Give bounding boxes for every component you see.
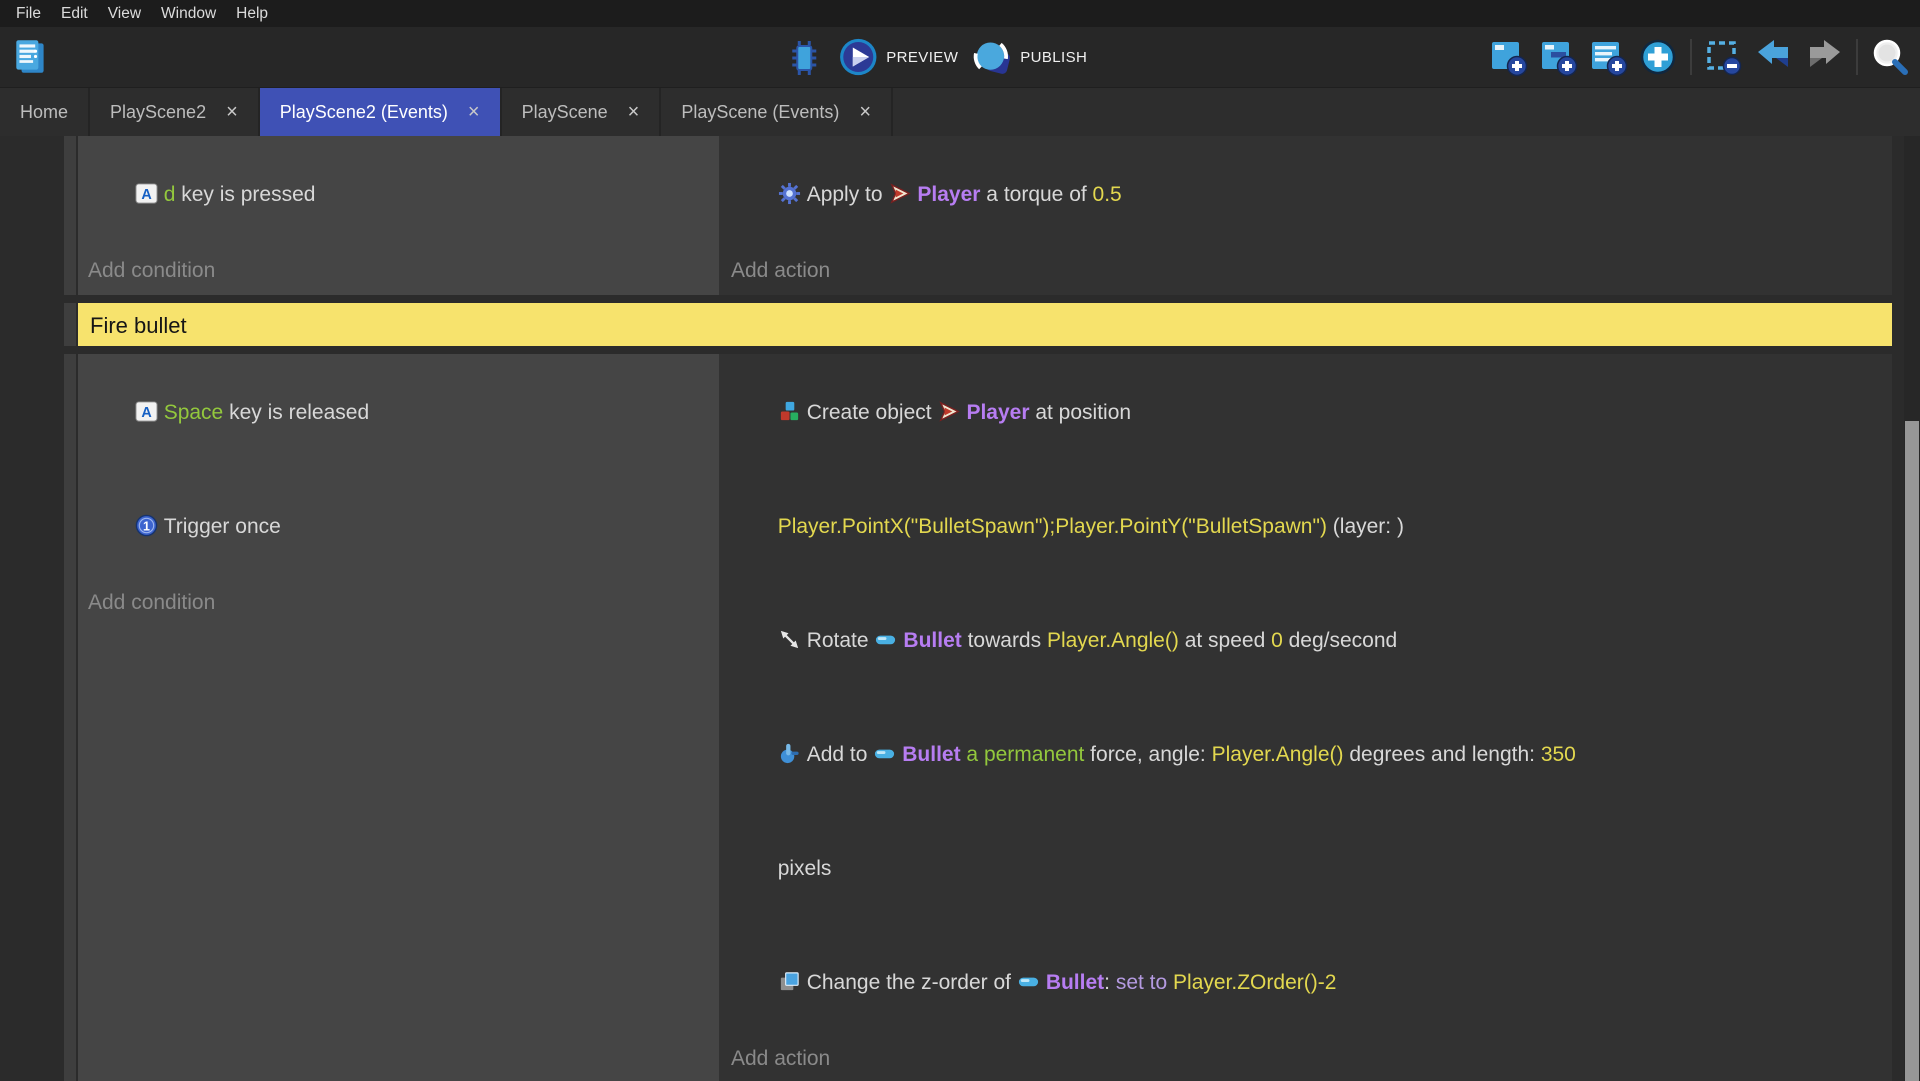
condition-item[interactable]: ASpace key is released — [88, 356, 709, 470]
undo-icon[interactable] — [1754, 37, 1794, 77]
add-action-button[interactable]: Add action — [731, 252, 1880, 290]
menu-window[interactable]: Window — [151, 5, 226, 23]
event-row: ASpace key is released 1Trigger once Add… — [78, 354, 1892, 1081]
event-row: Ad key is pressed Add condition Apply to… — [78, 136, 1892, 295]
add-comment-icon[interactable] — [1588, 37, 1628, 77]
main-toolbar: PREVIEW PUBLISH — [0, 27, 1920, 88]
force-hand-icon — [778, 742, 801, 765]
action-item-continuation[interactable]: pixels — [731, 812, 1880, 926]
action-item-continuation[interactable]: Player.PointX("BulletSpawn");Player.Poin… — [731, 470, 1880, 584]
events-sheet: Ad key is pressed Add condition Apply to… — [0, 136, 1920, 1081]
player-object-icon — [937, 400, 960, 423]
bullet-object-icon — [873, 742, 896, 765]
menu-view[interactable]: View — [98, 5, 151, 23]
choose-event-icon[interactable] — [1638, 37, 1678, 77]
tab-playscene[interactable]: PlayScene × — [502, 88, 662, 136]
menu-bar: File Edit View Window Help — [0, 0, 1920, 27]
add-condition-button[interactable]: Add condition — [88, 252, 709, 290]
close-icon[interactable]: × — [226, 102, 238, 122]
search-icon[interactable] — [1870, 37, 1910, 77]
close-icon[interactable]: × — [468, 102, 480, 122]
bullet-object-icon — [874, 628, 897, 651]
preview-button[interactable]: PREVIEW — [838, 37, 958, 77]
physics-icon — [778, 182, 801, 205]
add-condition-button[interactable]: Add condition — [88, 584, 709, 622]
delete-selection-icon[interactable] — [1704, 37, 1744, 77]
publish-globe-icon — [972, 37, 1012, 77]
menu-file[interactable]: File — [6, 5, 51, 23]
editor-tab-bar: Home PlayScene2 × PlayScene2 (Events) × … — [0, 88, 1920, 136]
menu-help[interactable]: Help — [226, 5, 278, 23]
close-icon[interactable]: × — [859, 102, 871, 122]
add-action-button[interactable]: Add action — [731, 1040, 1880, 1078]
tab-playscene2[interactable]: PlayScene2 × — [90, 88, 260, 136]
svg-text:1: 1 — [143, 519, 150, 533]
create-object-icon — [778, 400, 801, 423]
tab-label: Home — [20, 102, 68, 123]
action-item[interactable]: Change the z-order of Bullet: set to Pla… — [731, 926, 1880, 1040]
actions-cell: Create object Player at position Player.… — [719, 354, 1892, 1081]
actions-cell: Apply to Player a torque of 0.5 Add acti… — [719, 136, 1892, 295]
svg-text:A: A — [141, 405, 151, 421]
action-item[interactable]: Rotate Bullet towards Player.Angle() at … — [731, 584, 1880, 698]
z-order-icon — [778, 970, 801, 993]
debug-icon[interactable] — [784, 37, 824, 77]
conditions-cell: ASpace key is released 1Trigger once Add… — [78, 354, 719, 1081]
scrollbar-track[interactable] — [1904, 136, 1920, 1081]
scrollbar-thumb[interactable] — [1905, 421, 1919, 1081]
condition-item[interactable]: Ad key is pressed — [88, 138, 709, 252]
tab-label: PlayScene (Events) — [681, 102, 839, 123]
action-item[interactable]: Apply to Player a torque of 0.5 — [731, 138, 1880, 252]
player-object-icon — [888, 182, 911, 205]
comment-row[interactable]: Fire bullet — [78, 303, 1892, 346]
gdevelop-events-logo-icon[interactable] — [10, 36, 52, 78]
keyboard-key-icon: A — [135, 182, 158, 205]
bullet-object-icon — [1017, 970, 1040, 993]
close-icon[interactable]: × — [628, 102, 640, 122]
tab-label: PlayScene2 (Events) — [280, 102, 448, 123]
condition-item[interactable]: 1Trigger once — [88, 470, 709, 584]
menu-edit[interactable]: Edit — [51, 5, 98, 23]
add-subevent-icon[interactable] — [1538, 37, 1578, 77]
publish-label: PUBLISH — [1020, 49, 1087, 66]
redo-icon[interactable] — [1804, 37, 1844, 77]
publish-button[interactable]: PUBLISH — [972, 37, 1087, 77]
conditions-cell: Ad key is pressed Add condition — [78, 136, 719, 295]
svg-text:A: A — [141, 187, 151, 203]
tab-label: PlayScene — [522, 102, 608, 123]
tab-playscene-events[interactable]: PlayScene (Events) × — [661, 88, 893, 136]
rotate-icon — [778, 628, 801, 651]
keyboard-key-icon: A — [135, 400, 158, 423]
toolbar-separator — [1690, 39, 1692, 75]
add-event-icon[interactable] — [1488, 37, 1528, 77]
preview-label: PREVIEW — [886, 49, 958, 66]
tab-home[interactable]: Home — [0, 88, 90, 136]
action-item[interactable]: Add to Bullet a permanent force, angle: … — [731, 698, 1880, 812]
preview-play-icon — [838, 37, 878, 77]
tab-label: PlayScene2 — [110, 102, 206, 123]
action-item[interactable]: Create object Player at position — [731, 356, 1880, 470]
toolbar-separator — [1856, 39, 1858, 75]
trigger-once-icon: 1 — [135, 514, 158, 537]
tab-playscene2-events[interactable]: PlayScene2 (Events) × — [260, 88, 502, 136]
